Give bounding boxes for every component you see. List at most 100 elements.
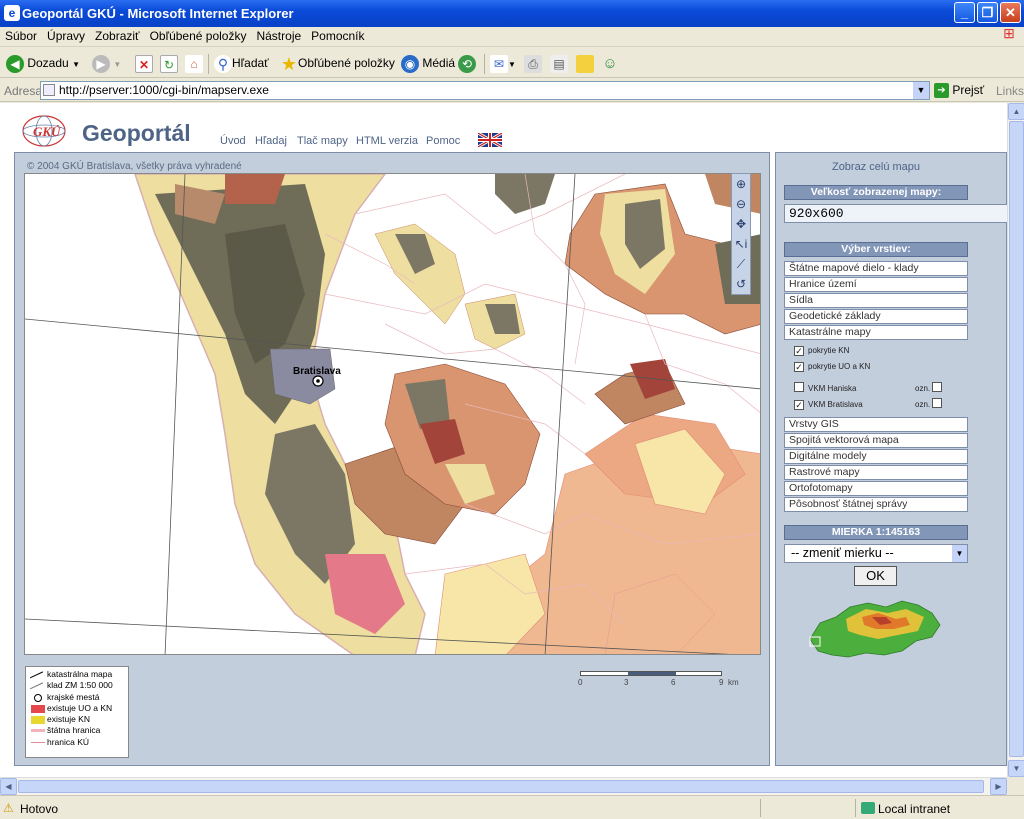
layer-vector-map[interactable]: Spojitá vektorová mapa [784,433,968,448]
scroll-left-icon[interactable]: ◀ [0,778,17,795]
horizontal-scroll-thumb[interactable] [18,780,984,793]
messenger-button[interactable]: ☺ [601,52,619,74]
layer-state-admin[interactable]: Pôsobnosť štátnej správy [784,497,968,512]
links-button[interactable]: Links [996,84,1024,98]
checkbox-haniska-ozn[interactable] [932,382,943,392]
refresh-button[interactable]: ↻ [160,52,178,74]
stop-button[interactable]: ✕ [135,52,153,74]
sublayer-vkm-haniska: VKM Haniska ozn. [794,382,974,395]
address-input[interactable]: http://pserver:1000/cgi-bin/mapserv.exe … [40,81,930,100]
edit-button[interactable]: ▤ [550,52,568,74]
measure-icon[interactable]: ⟋ [732,254,750,274]
show-full-map-link[interactable]: Zobraz celú mapu [776,161,976,173]
reset-view-icon[interactable]: ↺ [732,274,750,294]
vertical-scroll-thumb[interactable] [1009,121,1024,757]
checkbox-uo-kn[interactable]: ✓ [794,362,804,372]
nav-home[interactable]: Úvod [220,135,246,147]
back-arrow-icon: ◀ [6,54,24,73]
legend-label: hranica KÚ [47,736,90,747]
go-button[interactable]: ➔ Prejsť [934,83,984,99]
horizontal-scrollbar[interactable]: ◀ ▶ [0,777,1007,795]
sublayer-label: VKM Haniska [808,384,857,393]
ozn-toggle: ozn. [915,398,946,411]
print-icon: ⎙ [524,54,542,73]
layer-digital-models[interactable]: Digitálne modely [784,449,968,464]
nav-print-maps[interactable]: Tlač mapy [297,135,348,147]
windows-logo-icon: ⊞ [1003,25,1015,41]
minimize-button[interactable]: _ [954,2,975,23]
menu-view[interactable]: Zobraziť [90,27,145,45]
checkbox-vkm-bratislava[interactable]: ✓ [794,400,804,410]
checkbox-bratislava-ozn[interactable] [932,398,943,408]
checkbox-vkm-haniska[interactable] [794,382,804,392]
zoom-in-icon[interactable]: ⊕ [732,174,750,194]
status-divider [760,799,761,817]
favorites-button[interactable]: ★Obľúbené položky [280,52,395,74]
red-swatch-icon [31,704,45,713]
home-button[interactable]: ⌂ [185,52,203,74]
discuss-button[interactable] [576,52,594,74]
map-size-heading: Veľkosť zobrazenej mapy: [784,185,968,200]
layer-raster-maps[interactable]: Rastrové mapy [784,465,968,480]
map-size-input[interactable]: 920x600 [784,204,1008,223]
map-toolbar: ⊕ ⊖ ✥ ↖i ⟋ ↺ [731,173,751,295]
address-url: http://pserver:1000/cgi-bin/mapserv.exe [59,83,269,97]
print-button[interactable]: ⎙ [524,52,542,74]
legend-label: klad ZM 1:50 000 [47,680,113,691]
layer-geodetic[interactable]: Geodetické základy [784,309,968,324]
layer-orthophoto[interactable]: Ortofotomapy [784,481,968,496]
legend-label: existuje KN [47,714,90,725]
checkbox-kn[interactable]: ✓ [794,346,804,356]
scale-select[interactable]: -- zmeniť mierku -- ▼ [784,544,968,563]
history-button[interactable]: ⟲ [458,52,476,74]
map-canvas[interactable]: Bratislava [24,173,761,655]
menu-favorites[interactable]: Obľúbené položky [145,27,252,45]
media-label: Médiá [422,56,456,70]
mail-icon: ✉ [490,54,508,73]
search-button[interactable]: ⚲ Hľadať [214,52,269,74]
legend-item: klad ZM 1:50 000 [29,680,125,696]
scroll-down-icon[interactable]: ▼ [1008,760,1024,777]
scroll-right-icon[interactable]: ▶ [990,778,1007,795]
mail-button[interactable]: ✉ ▼ [490,52,516,74]
layers-heading: Výber vrstiev: [784,242,968,257]
maximize-button[interactable]: ❐ [977,2,998,23]
favorites-label: Obľúbené položky [298,56,395,70]
menu-edit[interactable]: Úpravy [42,27,90,45]
address-dropdown-icon[interactable]: ▼ [913,82,929,99]
nav-html-version[interactable]: HTML verzia [356,135,418,147]
layer-gis[interactable]: Vrstvy GIS [784,417,968,432]
close-button[interactable]: ✕ [1000,2,1021,23]
forward-button[interactable]: ▶ ▼ [92,52,121,74]
legend-label: štátna hranica [47,725,101,736]
pan-icon[interactable]: ✥ [732,214,750,234]
zoom-out-icon[interactable]: ⊖ [732,194,750,214]
info-icon[interactable]: ↖i [732,234,750,254]
ie-icon: e [4,5,20,21]
nav-search[interactable]: Hľadaj [255,135,287,147]
status-divider [855,799,856,817]
scale-select-value: -- zmeniť mierku -- [791,546,894,560]
slovakia-overview-map[interactable] [806,595,946,665]
media-button[interactable]: ◉ Médiá [401,52,455,74]
cadastral-map-image: Bratislava [25,174,760,654]
vertical-scrollbar[interactable]: ▲ ▼ [1007,103,1024,777]
layer-boundaries[interactable]: Hranice území [784,277,968,292]
back-label: Dozadu [27,56,69,70]
legend-item: štátna hranica [29,725,125,736]
copyright-text: © 2004 GKÚ Bratislava, všetky práva vyhr… [27,161,242,172]
menu-tools[interactable]: Nástroje [251,27,306,45]
scroll-up-icon[interactable]: ▲ [1008,103,1024,120]
layer-settlements[interactable]: Sídla [784,293,968,308]
layer-state-map-sheets[interactable]: Štátne mapové dielo - klady [784,261,968,276]
menu-help[interactable]: Pomocník [306,27,369,45]
nav-help[interactable]: Pomoc [426,135,460,147]
uk-flag-icon[interactable] [478,133,502,147]
layer-cadastral[interactable]: Katastrálne mapy [784,325,968,340]
status-bar: ⚠ Hotovo Local intranet [0,795,1024,819]
window-title: Geoportál GKÚ - Microsoft Internet Explo… [22,6,294,21]
back-button[interactable]: ◀ Dozadu ▼ [6,52,80,74]
scrollbar-corner [1007,777,1024,795]
menu-file[interactable]: Súbor [0,27,42,45]
ok-button[interactable]: OK [854,566,897,586]
